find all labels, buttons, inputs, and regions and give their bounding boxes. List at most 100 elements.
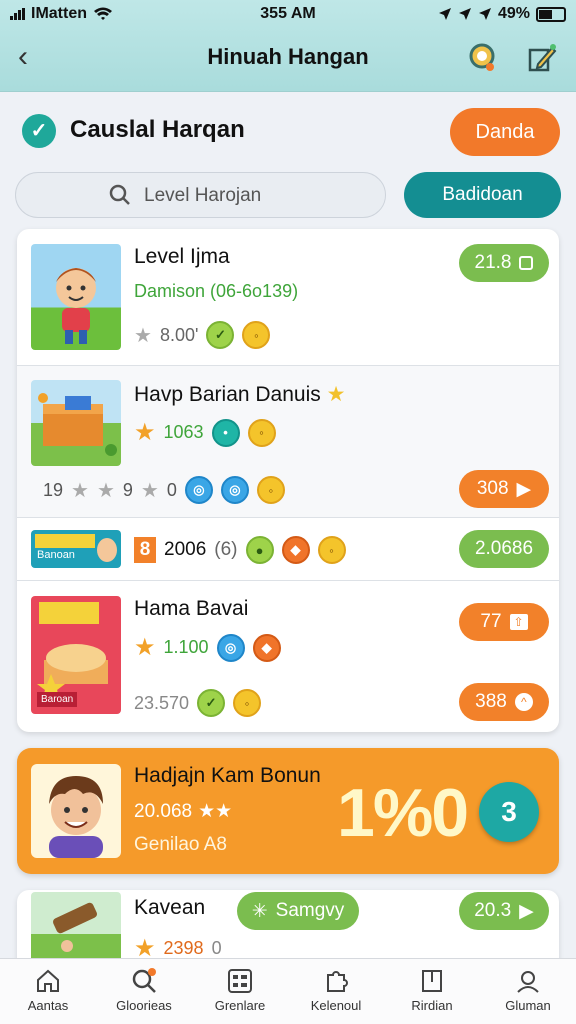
star-icon: ★ [134, 634, 156, 661]
item-title: Hama Bavai [134, 597, 249, 620]
item-action-label: 388 [475, 691, 507, 712]
chevron-up-icon: ^ [514, 693, 533, 711]
nav-item-home[interactable]: Aantas [0, 959, 96, 1024]
search-icon [109, 184, 130, 205]
coin-icon: ◎ [220, 476, 249, 504]
play-icon: ▶ [516, 478, 532, 500]
avatar [31, 764, 121, 858]
category-chip[interactable]: ✳ Samgvy [237, 892, 359, 930]
item-thumbnail: Baroan [31, 596, 121, 714]
status-bar: IMatten 355 AM 49% [0, 0, 576, 30]
featured-card[interactable]: Hadjajn Kam Bonun 20.068 ★★ Genilao A8 1… [17, 748, 559, 874]
list-item[interactable]: Banoan 8 2006 (6) ● ◆ ◦ 2.0686 [17, 518, 559, 581]
item-thumbnail-text: Baroan [37, 692, 78, 707]
featured-big-text: 1%0 [337, 775, 469, 851]
item-subtitle: Damison (06-6o139) [134, 281, 299, 301]
home-icon [37, 969, 59, 992]
nav-item-profile[interactable]: Gluman [480, 959, 576, 1024]
play-icon: ▶ [519, 900, 534, 922]
star-icon: ★ [326, 383, 346, 406]
search-input[interactable] [144, 181, 374, 211]
lock-icon [519, 256, 534, 270]
item-action-label: 20.3 [474, 900, 512, 921]
nav-item-grid[interactable]: Grenlare [192, 959, 288, 1024]
coin-icon: ◦ [233, 689, 262, 717]
item-title: Kavean [134, 896, 206, 919]
item-action-button[interactable]: 20.3 ▶ [459, 892, 549, 930]
section-action-button[interactable]: Danda [450, 108, 560, 156]
coin-icon: ◦ [247, 418, 276, 447]
item-action-button[interactable]: 21.8 [459, 244, 549, 282]
category-chip-label: Samgvy [275, 900, 345, 921]
nav-label: Rirdian [411, 998, 453, 1013]
search-icon [132, 968, 156, 993]
featured-value: 20.068 [134, 800, 193, 822]
nav-item-book[interactable]: Rirdian [384, 959, 480, 1024]
item-title: Level Ijma [134, 245, 230, 268]
sparkle-icon: ✳ [251, 900, 268, 922]
coin-icon: ◆ [252, 633, 281, 662]
item-action-label: 308 [476, 478, 509, 499]
star-icon: ★★ [198, 801, 233, 822]
coin-icon: ◎ [184, 476, 213, 504]
item-title: Havp Barian Danuis ★ [134, 382, 345, 407]
battery-icon [536, 6, 566, 22]
item-action-button[interactable]: 2.0686 [459, 530, 549, 568]
coin-icon: ● [245, 536, 274, 564]
item-meta-right: 0 [166, 479, 177, 500]
star-icon: ★ [134, 419, 156, 446]
search-bar[interactable] [15, 172, 386, 218]
item-thumbnail [31, 380, 121, 466]
coin-icon: ◆ [281, 536, 310, 564]
item-action-button[interactable]: 388 ^ [459, 683, 549, 721]
header: ‹ Hinuah Hangan [0, 36, 576, 82]
item-action-label: 21.8 [474, 252, 512, 273]
battery-percent: 49% [497, 5, 530, 22]
nav-item-search[interactable]: Gloorieas [96, 959, 192, 1024]
item-suffix: (6) [214, 539, 238, 560]
item-meta-mid: 9 [122, 479, 133, 500]
item-meta: 23.570 [134, 692, 190, 713]
item-subtitle: 2398 [163, 938, 204, 958]
nav-item-puzzle[interactable]: Kelenoul [288, 959, 384, 1024]
item-title-text: Havp Barian Danuis [134, 383, 321, 406]
list-item[interactable]: Level Ijma Damison (06-6o139) ★ 8.00' ✓ … [17, 229, 559, 366]
item-action-button[interactable]: 308 ▶ [459, 470, 549, 508]
item-action-label: 77 [480, 611, 502, 632]
profile-icon [517, 971, 539, 993]
location-icon [438, 8, 451, 20]
badge-icon[interactable] [464, 40, 500, 76]
navigation-icon [478, 8, 491, 20]
navigation-icon [458, 8, 471, 20]
puzzle-icon [327, 971, 348, 992]
list-item[interactable]: Havp Barian Danuis ★ ★ 1063 • ◦ 19 ★ ★ 9… [17, 366, 559, 518]
item-list: Level Ijma Damison (06-6o139) ★ 8.00' ✓ … [17, 229, 559, 732]
grid-icon [228, 969, 252, 993]
upload-icon: ⇧ [509, 614, 528, 630]
item-meta: 8.00' [159, 324, 199, 345]
item-action-button[interactable]: 77 ⇧ [459, 603, 549, 641]
nav-label: Kelenoul [310, 998, 362, 1013]
featured-subtitle: Genilao A8 [134, 834, 227, 855]
star-icon: ★ [140, 479, 159, 502]
coin-icon: ◦ [317, 536, 346, 564]
list-item[interactable]: Baroan Hama Bavai ★ 1.100 ◎ ◆ 23.570 ✓ ◦… [17, 581, 559, 732]
nav-label: Gloorieas [116, 998, 172, 1013]
item-thumbnail [31, 244, 121, 350]
top-bar: IMatten 355 AM 49% ‹ Hinuah Hangan [0, 0, 576, 92]
item-subtitle: 1.100 [163, 637, 209, 657]
coin-icon: ✓ [206, 321, 235, 349]
section-title: Causlal Harqan [70, 116, 245, 143]
item-thumbnail-text: Banoan [37, 549, 75, 561]
search-submit-button[interactable]: Badidoan [404, 172, 561, 218]
edit-icon[interactable] [524, 40, 560, 76]
nav-label: Aantas [27, 998, 69, 1013]
star-icon: ★ [134, 324, 152, 347]
item-value: 2006 [164, 539, 207, 560]
item-subtitle: 1063 [163, 422, 204, 442]
featured-action-button[interactable]: 3 [479, 782, 539, 842]
item-thumbnail: Banoan [31, 530, 121, 568]
item-badge: 8 [134, 537, 156, 563]
nav-label: Grenlare [214, 998, 266, 1013]
check-icon: ✓ [22, 114, 56, 148]
